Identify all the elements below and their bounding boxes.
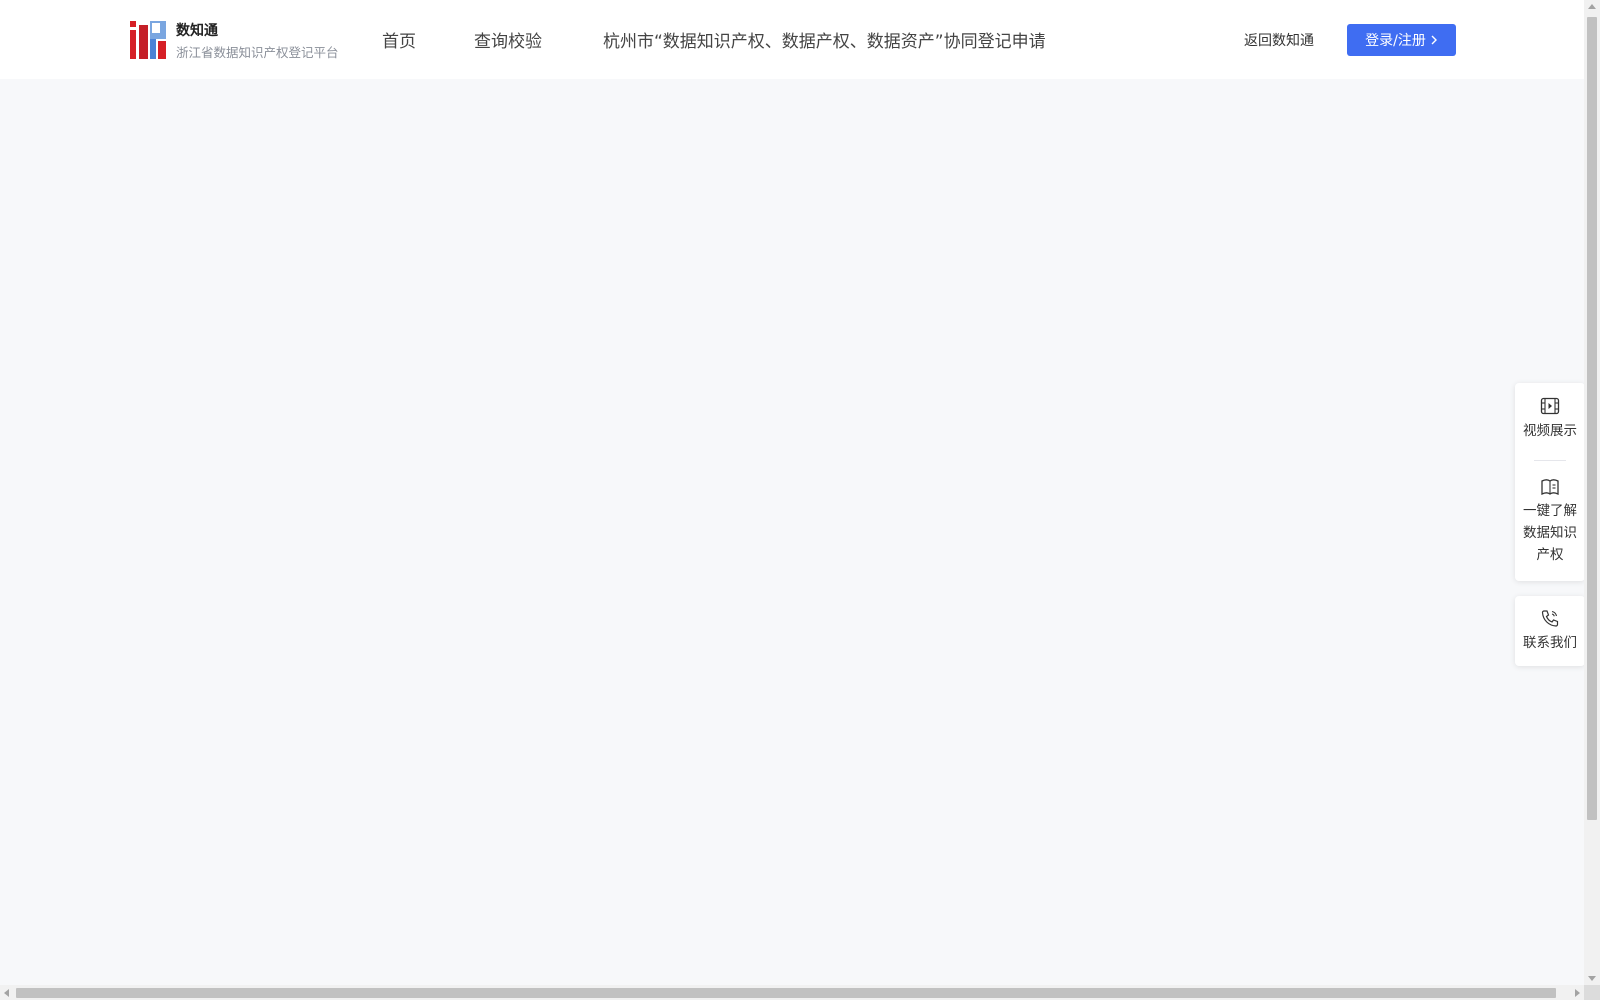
side-floating-panel: 视频展示 一键了解 数据知识 产权 bbox=[1515, 383, 1585, 581]
phone-icon bbox=[1541, 610, 1559, 627]
scroll-down-arrow-icon[interactable] bbox=[1588, 976, 1596, 981]
side-label-learn-line-1: 一键了解 bbox=[1523, 503, 1577, 519]
platform-logo[interactable] bbox=[130, 21, 166, 59]
side-label-contact: 联系我们 bbox=[1523, 635, 1577, 651]
nav-hangzhou-registration[interactable]: 杭州市“数据知识产权、数据产权、数据资产”协同登记申请 bbox=[603, 27, 1046, 52]
side-item-video[interactable]: 视频展示 bbox=[1515, 397, 1585, 442]
side-label-learn-line-3: 产权 bbox=[1536, 547, 1564, 563]
login-register-button[interactable]: 登录/注册 bbox=[1347, 24, 1456, 56]
side-label-learn-line-2: 数据知识 bbox=[1523, 525, 1577, 541]
side-item-contact[interactable]: 联系我们 bbox=[1515, 609, 1585, 654]
book-icon bbox=[1541, 479, 1559, 496]
brand-subtitle: 浙江省数据知识产权登记平台 bbox=[176, 45, 339, 60]
side-item-learn[interactable]: 一键了解 数据知识 产权 bbox=[1515, 478, 1585, 566]
horizontal-scrollbar[interactable] bbox=[0, 985, 1584, 1000]
side-divider bbox=[1534, 460, 1566, 461]
brand-title: 数知通 bbox=[176, 23, 218, 39]
scroll-left-arrow-icon[interactable] bbox=[4, 989, 9, 997]
scroll-up-arrow-icon[interactable] bbox=[1588, 4, 1596, 9]
nav-query-verify[interactable]: 查询校验 bbox=[474, 27, 542, 52]
chevron-right-icon bbox=[1431, 35, 1437, 45]
login-button-label: 登录/注册 bbox=[1365, 33, 1426, 49]
nav-home[interactable]: 首页 bbox=[382, 27, 416, 52]
video-icon bbox=[1540, 397, 1560, 415]
scroll-right-arrow-icon[interactable] bbox=[1575, 989, 1580, 997]
return-link[interactable]: 返回数知通 bbox=[1244, 30, 1314, 50]
horizontal-scroll-thumb[interactable] bbox=[16, 988, 1556, 998]
page: 数知通 浙江省数据知识产权登记平台 首页 查询校验 杭州市“数据知识产权、数据产… bbox=[0, 0, 1600, 1000]
vertical-scroll-thumb[interactable] bbox=[1587, 17, 1597, 820]
scrollbar-corner bbox=[1584, 985, 1600, 1000]
side-label-video: 视频展示 bbox=[1523, 423, 1577, 439]
top-header: 数知通 浙江省数据知识产权登记平台 首页 查询校验 杭州市“数据知识产权、数据产… bbox=[0, 0, 1584, 79]
vertical-scrollbar[interactable] bbox=[1584, 0, 1600, 985]
side-contact-panel: 联系我们 bbox=[1515, 596, 1585, 666]
